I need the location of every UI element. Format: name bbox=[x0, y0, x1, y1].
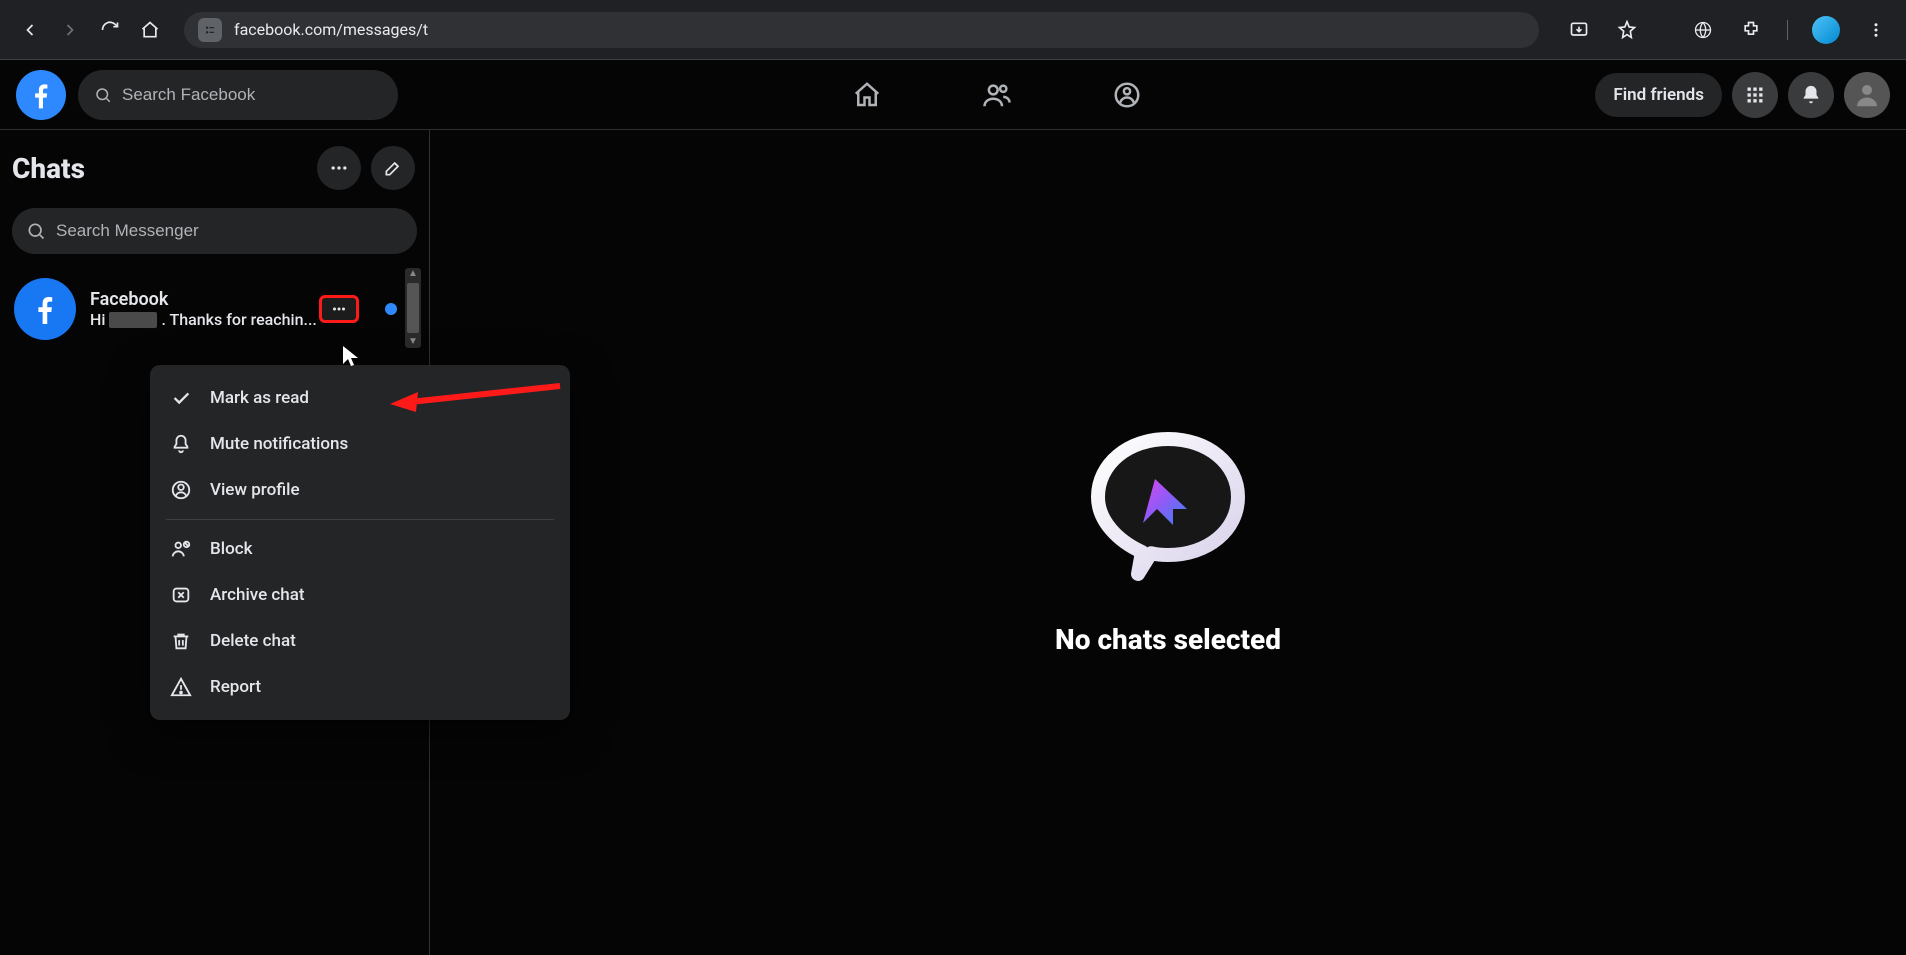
account-button[interactable] bbox=[1844, 72, 1890, 118]
chat-list: Facebook Hi . Thanks for reachin... ▲ ▼ bbox=[10, 268, 419, 350]
chat-item-facebook[interactable]: Facebook Hi . Thanks for reachin... bbox=[10, 268, 419, 350]
friends-tab[interactable] bbox=[972, 70, 1022, 120]
browser-refresh-button[interactable] bbox=[92, 12, 128, 48]
chat-context-menu: Mark as read Mute notifications View pro… bbox=[150, 365, 570, 720]
bookmark-icon[interactable] bbox=[1609, 12, 1645, 48]
menu-label: Report bbox=[210, 677, 261, 697]
check-icon bbox=[168, 385, 194, 411]
chat-item-more-button[interactable] bbox=[319, 295, 359, 323]
chat-name: Facebook bbox=[90, 289, 415, 310]
profile-icon bbox=[168, 477, 194, 503]
search-icon bbox=[94, 86, 112, 104]
site-info-icon[interactable] bbox=[198, 18, 222, 42]
browser-home-button[interactable] bbox=[132, 12, 168, 48]
menu-label: Mark as read bbox=[210, 388, 309, 408]
sidebar-title: Chats bbox=[12, 152, 85, 185]
trash-icon bbox=[168, 628, 194, 654]
find-friends-button[interactable]: Find friends bbox=[1595, 73, 1722, 117]
messenger-search[interactable] bbox=[12, 208, 417, 254]
chat-snippet: Hi . Thanks for reachin... bbox=[90, 310, 415, 329]
menu-label: View profile bbox=[210, 480, 300, 500]
chat-bubble-icon bbox=[1083, 429, 1253, 589]
find-friends-label: Find friends bbox=[1613, 85, 1704, 105]
redacted-name bbox=[109, 312, 157, 328]
menu-mute-notifications[interactable]: Mute notifications bbox=[150, 421, 570, 467]
browser-menu-icon[interactable] bbox=[1858, 12, 1894, 48]
address-text: facebook.com/messages/t bbox=[234, 20, 428, 39]
facebook-search-input[interactable] bbox=[122, 85, 382, 105]
browser-back-button[interactable] bbox=[12, 12, 48, 48]
menu-report[interactable]: Report bbox=[150, 664, 570, 710]
facebook-search[interactable] bbox=[78, 70, 398, 120]
profile-avatar-icon[interactable] bbox=[1812, 16, 1840, 44]
browser-toolbar: facebook.com/messages/t bbox=[0, 0, 1906, 60]
empty-state-title: No chats selected bbox=[1055, 623, 1281, 656]
facebook-logo[interactable] bbox=[16, 70, 66, 120]
chat-list-scrollbar[interactable]: ▲ ▼ bbox=[405, 268, 421, 348]
search-icon bbox=[26, 221, 46, 241]
menu-label: Mute notifications bbox=[210, 434, 348, 454]
menu-delete-chat[interactable]: Delete chat bbox=[150, 618, 570, 664]
browser-forward-button[interactable] bbox=[52, 12, 88, 48]
unread-indicator-icon bbox=[385, 303, 397, 315]
menu-divider bbox=[166, 519, 554, 520]
menu-block[interactable]: Block bbox=[150, 526, 570, 572]
warning-icon bbox=[168, 674, 194, 700]
menu-label: Block bbox=[210, 539, 252, 559]
block-icon bbox=[168, 536, 194, 562]
menu-label: Archive chat bbox=[210, 585, 305, 605]
notifications-button[interactable] bbox=[1788, 72, 1834, 118]
main-empty-state: No chats selected bbox=[430, 130, 1906, 955]
address-bar[interactable]: facebook.com/messages/t bbox=[184, 12, 1539, 48]
home-tab[interactable] bbox=[842, 70, 892, 120]
archive-icon bbox=[168, 582, 194, 608]
install-app-icon[interactable] bbox=[1561, 12, 1597, 48]
menu-grid-button[interactable] bbox=[1732, 72, 1778, 118]
menu-view-profile[interactable]: View profile bbox=[150, 467, 570, 513]
menu-archive-chat[interactable]: Archive chat bbox=[150, 572, 570, 618]
menu-label: Delete chat bbox=[210, 631, 296, 651]
menu-mark-as-read[interactable]: Mark as read bbox=[150, 375, 570, 421]
messenger-search-input[interactable] bbox=[56, 221, 403, 241]
chat-options-button[interactable] bbox=[317, 146, 361, 190]
extensions-icon[interactable] bbox=[1733, 12, 1769, 48]
globe-icon[interactable] bbox=[1685, 12, 1721, 48]
compose-button[interactable] bbox=[371, 146, 415, 190]
chat-avatar bbox=[14, 278, 76, 340]
groups-tab[interactable] bbox=[1102, 70, 1152, 120]
bell-icon bbox=[168, 431, 194, 457]
facebook-navbar: Find friends bbox=[0, 60, 1906, 130]
